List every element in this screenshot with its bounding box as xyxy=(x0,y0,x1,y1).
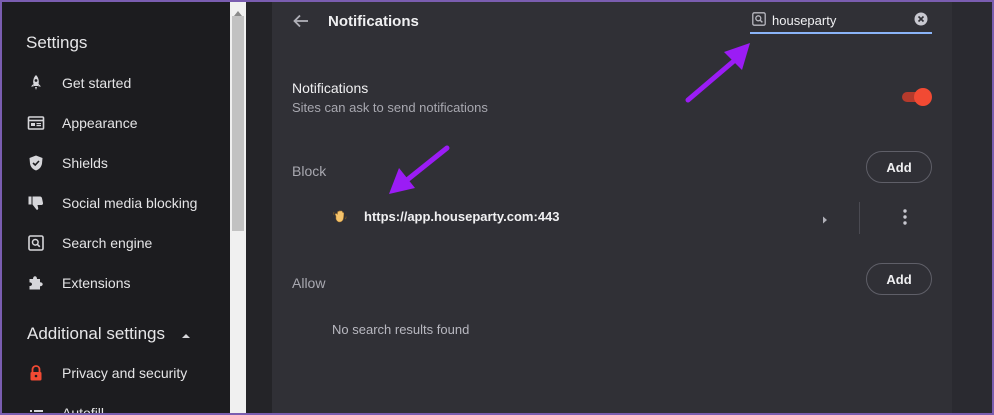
sidebar-item-label: Privacy and security xyxy=(62,365,188,381)
sidebar-item-autofill[interactable]: Autofill xyxy=(0,393,230,415)
settings-sidebar: Settings Get started Appearance Shields … xyxy=(0,0,230,415)
puzzle-icon xyxy=(26,273,46,293)
notifications-toggle[interactable] xyxy=(900,88,932,106)
sidebar-item-label: Extensions xyxy=(62,275,131,291)
sidebar-scrollbar[interactable] xyxy=(230,0,246,415)
add-blocked-site-button[interactable]: Add xyxy=(866,151,932,183)
empty-state-message: No search results found xyxy=(332,322,470,337)
additional-settings-label: Additional settings xyxy=(27,324,165,343)
sidebar-item-privacy-and-security[interactable]: Privacy and security xyxy=(0,353,230,393)
notifications-setting-title: Notifications xyxy=(292,80,369,96)
thumbs-down-icon xyxy=(26,193,46,213)
shield-icon xyxy=(26,153,46,173)
search-box[interactable] xyxy=(750,8,932,34)
blocked-site-row[interactable]: https://app.houseparty.com:443 xyxy=(272,198,952,238)
block-section-label: Block xyxy=(292,163,327,179)
sidebar-item-label: Autofill xyxy=(62,405,105,415)
rocket-icon xyxy=(26,73,46,93)
content-gutter xyxy=(246,0,272,415)
sidebar-item-search-engine[interactable]: Search engine xyxy=(0,223,230,263)
search-icon xyxy=(752,12,766,31)
sidebar-item-shields[interactable]: Shields xyxy=(0,143,230,183)
search-input[interactable] xyxy=(772,10,912,30)
waving-hand-icon xyxy=(332,208,348,229)
sidebar-title: Settings xyxy=(26,33,88,52)
notifications-setting-description: Sites can ask to send notifications xyxy=(292,100,488,115)
notifications-panel: Notifications Notifications Sites can as… xyxy=(272,0,952,415)
row-divider xyxy=(859,202,860,234)
right-margin xyxy=(952,0,994,415)
additional-settings-toggle[interactable]: Additional settings xyxy=(0,314,230,354)
back-arrow-icon[interactable] xyxy=(292,12,310,35)
autofill-icon xyxy=(26,403,46,415)
more-options-icon[interactable] xyxy=(902,208,908,231)
chevron-right-icon[interactable] xyxy=(821,212,829,230)
add-allowed-site-button[interactable]: Add xyxy=(866,263,932,295)
search-icon xyxy=(26,233,46,253)
caret-up-icon xyxy=(180,328,192,346)
sidebar-item-label: Get started xyxy=(62,75,132,91)
sidebar-item-label: Shields xyxy=(62,155,108,171)
sidebar-item-get-started[interactable]: Get started xyxy=(0,63,230,103)
page-title: Notifications xyxy=(328,13,419,30)
toggle-knob xyxy=(914,88,932,106)
blocked-site-url[interactable]: https://app.houseparty.com:443 xyxy=(364,209,560,224)
sidebar-item-label: Appearance xyxy=(62,115,138,131)
sidebar-item-extensions[interactable]: Extensions xyxy=(0,263,230,303)
sidebar-item-label: Search engine xyxy=(62,235,153,251)
sidebar-item-appearance[interactable]: Appearance xyxy=(0,103,230,143)
sidebar-item-label: Social media blocking xyxy=(62,195,198,211)
clear-search-icon[interactable] xyxy=(914,12,928,31)
allow-section-label: Allow xyxy=(292,275,326,291)
scrollbar-thumb[interactable] xyxy=(232,16,244,231)
appearance-icon xyxy=(26,113,46,133)
lock-icon xyxy=(26,363,46,383)
sidebar-item-social-media-blocking[interactable]: Social media blocking xyxy=(0,183,230,223)
